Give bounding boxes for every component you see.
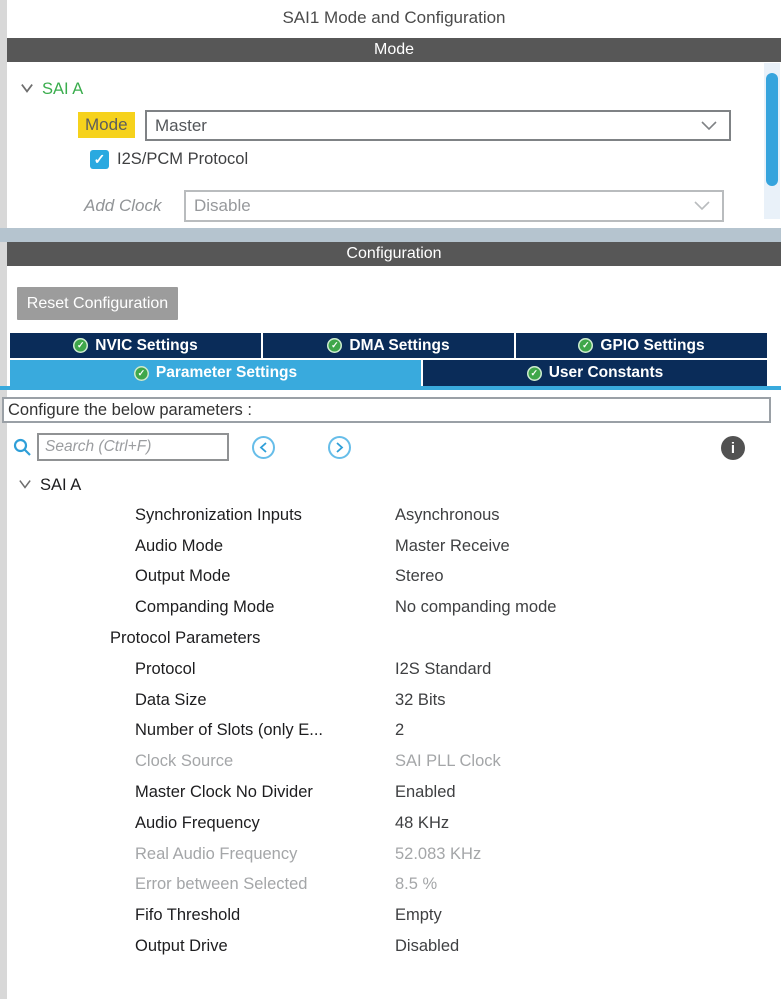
panel-title: SAI1 Mode and Configuration [7,8,781,28]
parameter-value[interactable]: 52.083 KHz [395,845,481,864]
parameter-label: Audio Frequency [135,814,395,833]
parameter-value[interactable]: 2 [395,721,404,740]
mode-tree-root-label: SAI A [42,80,83,99]
parameter-label: Protocol [135,660,395,679]
sai1-config-panel: SAI1 Mode and Configuration Mode SAI A M… [0,0,781,999]
i2s-protocol-row: I2S/PCM Protocol [90,150,248,169]
parameter-label: Companding Mode [135,598,395,617]
search-input[interactable] [37,433,229,461]
settings-tabs-row2: Parameter Settings User Constants [10,360,767,386]
tab-label: User Constants [549,364,664,382]
tab-label: GPIO Settings [600,337,704,355]
scrollbar-thumb[interactable] [766,73,778,186]
check-circle-icon [578,338,593,353]
tab-gpio-settings[interactable]: GPIO Settings [516,333,767,358]
parameter-value[interactable]: 48 KHz [395,814,449,833]
tab-dma-settings[interactable]: DMA Settings [263,333,514,358]
parameter-row[interactable]: Real Audio Frequency 52.083 KHz [0,839,781,870]
parameter-value[interactable]: Disabled [395,937,459,956]
parameter-label: Real Audio Frequency [135,845,395,864]
parameter-row[interactable]: Data Size 32 Bits [0,685,781,716]
parameter-label: Clock Source [135,752,395,771]
parameter-row[interactable]: Output Mode Stereo [0,562,781,593]
tab-label: Parameter Settings [156,364,297,382]
parameter-label: Synchronization Inputs [135,506,395,525]
tab-nvic-settings[interactable]: NVIC Settings [10,333,261,358]
config-section-header: Configuration [7,242,781,266]
search-previous-button[interactable] [252,436,275,459]
configure-prompt: Configure the below parameters : [2,397,771,423]
tab-parameter-settings[interactable]: Parameter Settings [10,360,421,386]
tab-label: NVIC Settings [95,337,197,355]
parameter-row[interactable]: Master Clock No Divider Enabled [0,777,781,808]
settings-tabs-row1: NVIC Settings DMA Settings GPIO Settings [10,333,767,358]
parameter-row[interactable]: Companding Mode No companding mode [0,592,781,623]
parameter-label: Audio Mode [135,537,395,556]
mode-field-label: Mode [78,112,135,138]
mode-section-scrollbar[interactable] [764,63,780,219]
parameter-label: Output Mode [135,567,395,586]
config-header-label: Configuration [346,245,441,263]
parameter-value[interactable]: No companding mode [395,598,556,617]
check-circle-icon [134,366,149,381]
parameter-row[interactable]: Clock Source SAI PLL Clock [0,746,781,777]
check-circle-icon [73,338,88,353]
parameter-label: Data Size [135,691,395,710]
tab-user-constants[interactable]: User Constants [423,360,767,386]
parameter-value[interactable]: 8.5 % [395,875,437,894]
mode-dropdown[interactable]: Master [145,110,731,141]
i2s-protocol-checkbox[interactable] [90,150,109,169]
parameter-value[interactable]: Master Receive [395,537,510,556]
chevron-down-icon[interactable] [18,476,32,495]
chevron-down-icon[interactable] [20,80,34,99]
parameter-row[interactable]: Audio Frequency 48 KHz [0,808,781,839]
tab-label: DMA Settings [349,337,449,355]
mode-dropdown-value: Master [155,116,701,136]
parameter-row[interactable]: Protocol Parameters [0,623,781,654]
param-tree-root-label: SAI A [40,476,81,495]
parameter-value[interactable]: Enabled [395,783,456,802]
search-next-button[interactable] [328,436,351,459]
parameter-list: Synchronization Inputs Asynchronous Audi… [0,500,781,962]
parameter-value[interactable]: Asynchronous [395,506,500,525]
parameter-label: Error between Selected [135,875,395,894]
parameter-row[interactable]: Number of Slots (only E... 2 [0,716,781,747]
parameter-row[interactable]: Audio Mode Master Receive [0,531,781,562]
mode-tree-root[interactable]: SAI A [20,80,83,99]
parameter-row[interactable]: Output Drive Disabled [0,931,781,962]
parameter-row[interactable]: Synchronization Inputs Asynchronous [0,500,781,531]
parameter-value[interactable]: I2S Standard [395,660,491,679]
search-icon [13,438,32,462]
parameter-label: Number of Slots (only E... [135,721,395,740]
parameter-label: Output Drive [135,937,395,956]
check-circle-icon [527,366,542,381]
add-clock-dropdown: Disable [184,190,724,222]
parameter-label: Master Clock No Divider [135,783,395,802]
parameter-value[interactable]: SAI PLL Clock [395,752,501,771]
reset-configuration-button[interactable]: Reset Configuration [17,287,178,320]
mode-header-label: Mode [374,41,414,59]
parameter-row[interactable]: Fifo Threshold Empty [0,900,781,931]
parameter-label: Protocol Parameters [110,629,395,648]
parameter-value[interactable]: Empty [395,906,442,925]
info-icon[interactable] [721,436,745,460]
mode-section-header: Mode [7,38,781,62]
parameter-label: Fifo Threshold [135,906,395,925]
add-clock-label: Add Clock [84,196,161,216]
chevron-down-icon [701,116,717,136]
param-tree-root[interactable]: SAI A [18,476,81,495]
section-divider [0,228,781,242]
parameter-value[interactable]: Stereo [395,567,444,586]
parameter-value[interactable]: 32 Bits [395,691,445,710]
i2s-protocol-label: I2S/PCM Protocol [117,150,248,169]
check-circle-icon [327,338,342,353]
add-clock-dropdown-value: Disable [194,196,694,216]
chevron-down-icon [694,196,710,216]
active-tab-underline [0,386,781,390]
parameter-row[interactable]: Error between Selected 8.5 % [0,870,781,901]
parameter-row[interactable]: Protocol I2S Standard [0,654,781,685]
